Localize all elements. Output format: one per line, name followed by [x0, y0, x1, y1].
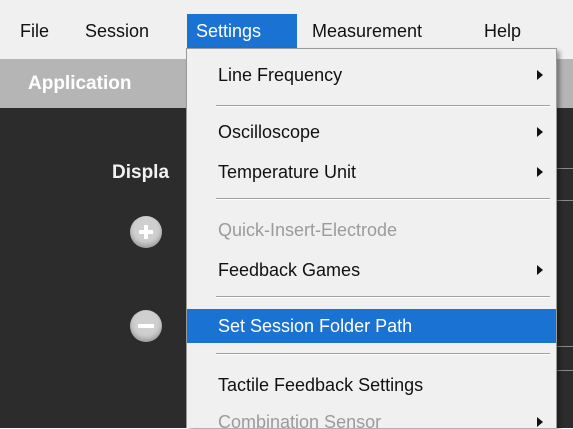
menu-item-label: Combination Sensor: [218, 412, 382, 429]
menu-measurement[interactable]: Measurement: [303, 14, 431, 48]
menu-item-label: Tactile Feedback Settings: [218, 375, 424, 395]
menu-item-line-frequency[interactable]: Line Frequency: [187, 58, 556, 92]
minus-icon: [138, 324, 154, 328]
menu-item-label: Oscilloscope: [218, 122, 321, 142]
menu-item-label: Feedback Games: [218, 260, 361, 280]
submenu-arrow-icon: [537, 167, 543, 177]
menu-settings[interactable]: Settings: [187, 14, 297, 48]
menu-item-label: Set Session Folder Path: [218, 316, 413, 336]
display-label: Displa: [112, 162, 170, 183]
menu-item-set-session-folder-path[interactable]: Set Session Folder Path: [187, 309, 556, 343]
menu-session[interactable]: Session: [76, 14, 158, 48]
menu-separator: [216, 198, 550, 200]
menu-item-label: Line Frequency: [218, 65, 343, 85]
menu-item-label: Temperature Unit: [218, 162, 357, 182]
trace-line: [555, 200, 573, 201]
menu-file[interactable]: File: [11, 14, 58, 48]
menu-item-label: Quick-Insert-Electrode: [218, 220, 398, 240]
trace-line: [555, 370, 573, 371]
application-title: Application: [28, 73, 132, 94]
menu-item-feedback-games[interactable]: Feedback Games: [187, 253, 556, 287]
menu-item-oscilloscope[interactable]: Oscilloscope: [187, 115, 556, 149]
menu-item-quick-insert-electrode: Quick-Insert-Electrode: [187, 213, 556, 247]
trace-line: [555, 346, 573, 347]
zoom-out-button[interactable]: [130, 310, 162, 342]
submenu-arrow-icon: [537, 417, 543, 427]
trace-line: [555, 168, 573, 169]
submenu-arrow-icon: [537, 70, 543, 80]
plus-icon: [139, 225, 153, 239]
menu-separator: [216, 105, 550, 107]
menu-item-tactile-feedback-settings[interactable]: Tactile Feedback Settings: [187, 368, 556, 402]
menu-item-combination-sensor: Combination Sensor: [187, 405, 556, 429]
submenu-arrow-icon: [537, 265, 543, 275]
menu-item-temperature-unit[interactable]: Temperature Unit: [187, 155, 556, 189]
settings-dropdown-menu: Line Frequency Oscilloscope Temperature …: [186, 48, 557, 429]
menu-help[interactable]: Help: [475, 14, 530, 48]
menu-separator: [216, 296, 550, 298]
menu-separator: [216, 353, 550, 355]
zoom-in-button[interactable]: [130, 216, 162, 248]
submenu-arrow-icon: [537, 127, 543, 137]
